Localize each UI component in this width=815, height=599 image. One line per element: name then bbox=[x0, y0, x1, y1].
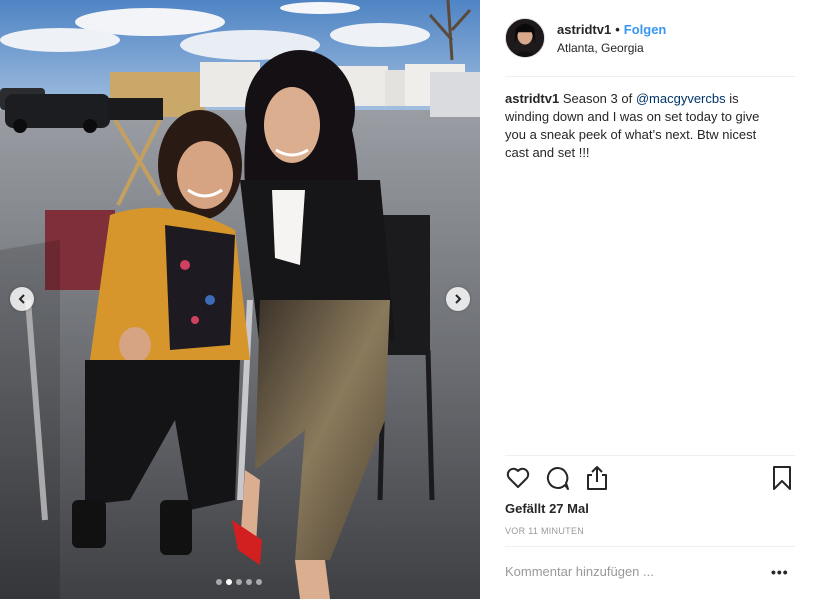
comment-input[interactable]: Kommentar hinzufügen ... bbox=[505, 564, 745, 579]
save-button[interactable] bbox=[769, 465, 795, 491]
action-bar bbox=[505, 465, 795, 495]
carousel-dot bbox=[216, 579, 222, 585]
separator-dot: • bbox=[615, 21, 620, 37]
chevron-right-icon bbox=[455, 294, 462, 304]
divider bbox=[505, 76, 795, 77]
heart-icon bbox=[506, 467, 530, 488]
divider bbox=[505, 455, 795, 456]
carousel-prev-button[interactable] bbox=[10, 287, 34, 311]
share-button[interactable] bbox=[584, 465, 610, 491]
username-link[interactable]: astridtv1 bbox=[557, 22, 611, 37]
chevron-left-icon bbox=[18, 294, 25, 304]
carousel-next-button[interactable] bbox=[446, 287, 470, 311]
post-caption: astridtv1 Season 3 of @macgyvercbs is wi… bbox=[505, 90, 770, 162]
caption-text: Season 3 of bbox=[559, 91, 636, 106]
post-header: astridtv1 • Folgen Atlanta, Georgia bbox=[505, 16, 795, 60]
divider bbox=[505, 546, 795, 547]
more-options-button[interactable]: ••• bbox=[771, 564, 789, 580]
post-photo[interactable] bbox=[0, 0, 480, 599]
avatar[interactable] bbox=[505, 18, 545, 58]
comment-button[interactable] bbox=[544, 465, 570, 491]
share-upload-icon bbox=[587, 466, 607, 490]
carousel-indicator bbox=[0, 579, 480, 585]
carousel-dot bbox=[256, 579, 262, 585]
post-details-panel: astridtv1 • Folgen Atlanta, Georgia astrid… bbox=[481, 0, 815, 599]
location-link[interactable]: Atlanta, Georgia bbox=[557, 40, 666, 56]
follow-button[interactable]: Folgen bbox=[624, 22, 667, 37]
profile-picture bbox=[506, 19, 544, 57]
mention-link[interactable]: @macgyvercbs bbox=[636, 91, 726, 106]
post-timestamp[interactable]: VOR 11 MINUTEN bbox=[505, 526, 584, 536]
comment-bubble-icon bbox=[546, 466, 569, 490]
carousel-dot bbox=[246, 579, 252, 585]
caption-username-link[interactable]: astridtv1 bbox=[505, 91, 559, 106]
carousel-dot bbox=[226, 579, 232, 585]
photo-image bbox=[0, 0, 480, 599]
like-button[interactable] bbox=[505, 465, 531, 491]
likes-count[interactable]: Gefällt 27 Mal bbox=[505, 500, 589, 518]
carousel-dot bbox=[236, 579, 242, 585]
bookmark-icon bbox=[773, 466, 791, 490]
